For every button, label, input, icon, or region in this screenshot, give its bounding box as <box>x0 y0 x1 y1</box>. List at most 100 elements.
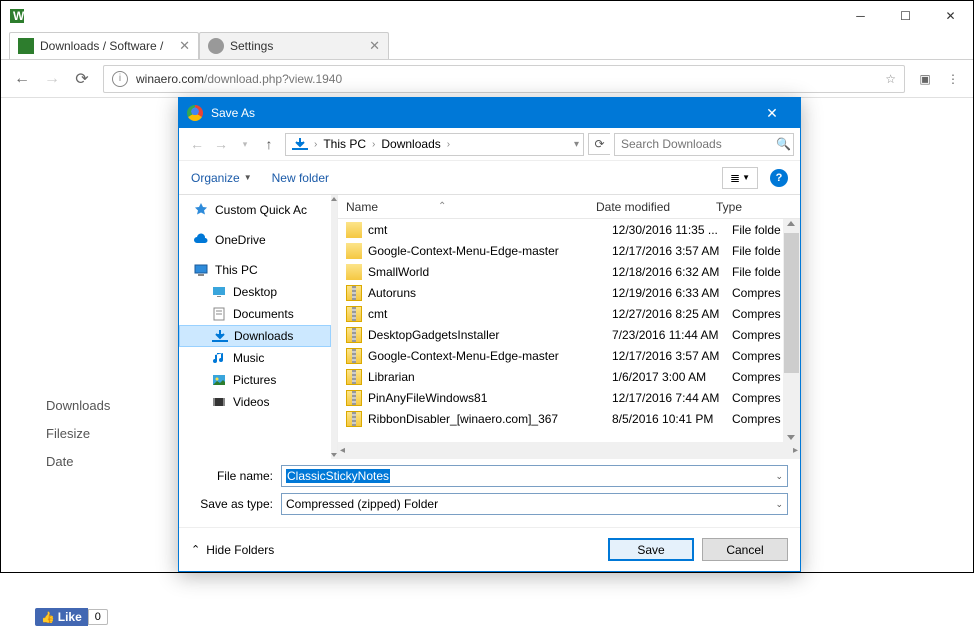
file-name: PinAnyFileWindows81 <box>368 391 612 405</box>
cloud-icon <box>193 232 209 248</box>
refresh-button[interactable]: ⟳ <box>588 133 610 155</box>
dropdown-icon[interactable]: ⌄ <box>775 499 783 510</box>
savetype-label: Save as type: <box>191 497 281 511</box>
dropdown-icon[interactable]: ▾ <box>572 139 581 150</box>
file-name: DesktopGadgetsInstaller <box>368 328 612 342</box>
fb-like-button[interactable]: 👍 Like <box>35 608 88 626</box>
search-field[interactable] <box>621 137 776 151</box>
file-type: Compres <box>732 370 781 384</box>
filename-value: ClassicStickyNotes <box>286 469 390 483</box>
forward-button[interactable]: → <box>37 64 67 94</box>
downloads-icon <box>292 136 308 152</box>
music-icon <box>211 350 227 366</box>
column-name[interactable]: Name⌃ <box>346 200 596 214</box>
site-info-icon[interactable]: i <box>112 71 128 87</box>
minimize-button[interactable]: ─ <box>838 1 883 31</box>
file-row[interactable]: cmt12/27/2016 8:25 AMCompres <box>338 303 783 324</box>
reload-button[interactable]: ⟳ <box>67 64 97 94</box>
cancel-button[interactable]: Cancel <box>702 538 788 561</box>
tab-2-title: Settings <box>230 39 365 53</box>
tab-2[interactable]: Settings ✕ <box>199 32 389 59</box>
column-date[interactable]: Date modified <box>596 200 716 214</box>
search-input[interactable]: 🔍 <box>614 133 794 156</box>
nav-item-pictures[interactable]: Pictures <box>179 369 331 391</box>
favicon-icon <box>208 38 224 54</box>
nav-scrollbar[interactable] <box>331 195 337 459</box>
nav-up-button[interactable]: ↑ <box>257 132 281 156</box>
nav-back-button[interactable]: ← <box>185 132 209 156</box>
chevron-icon: › <box>445 139 452 150</box>
file-name: Google-Context-Menu-Edge-master <box>368 349 612 363</box>
file-row[interactable]: Google-Context-Menu-Edge-master12/17/201… <box>338 240 783 261</box>
zip-icon <box>346 327 362 343</box>
file-row[interactable]: Librarian1/6/2017 3:00 AMCompres <box>338 366 783 387</box>
horizontal-scrollbar[interactable]: ◂▸ <box>338 442 800 459</box>
file-name: Autoruns <box>368 286 612 300</box>
chevron-icon: › <box>312 139 319 150</box>
crumb-this-pc[interactable]: This PC <box>319 137 370 151</box>
zip-icon <box>346 390 362 406</box>
new-folder-button[interactable]: New folder <box>272 171 329 185</box>
help-button[interactable]: ? <box>770 169 788 187</box>
url-text: winaero.com/download.php?view.1940 <box>136 71 885 86</box>
address-bar[interactable]: i winaero.com/download.php?view.1940 ☆ <box>103 65 905 93</box>
nav-forward-button[interactable]: → <box>209 132 233 156</box>
file-type: File folde <box>732 244 781 258</box>
nav-recent-button[interactable]: ▾ <box>233 132 257 156</box>
date-label: Date <box>46 454 73 469</box>
file-scrollbar[interactable] <box>783 219 800 442</box>
nav-item-videos[interactable]: Videos <box>179 391 331 413</box>
zip-icon <box>346 411 362 427</box>
menu-icon[interactable]: ⋮ <box>939 65 967 93</box>
favicon-icon <box>18 38 34 54</box>
nav-item-this-pc[interactable]: This PC <box>179 259 331 281</box>
file-name: cmt <box>368 223 612 237</box>
file-row[interactable]: SmallWorld12/18/2016 6:32 AMFile folde <box>338 261 783 282</box>
file-row[interactable]: PinAnyFileWindows8112/17/2016 7:44 AMCom… <box>338 387 783 408</box>
file-date: 1/6/2017 3:00 AM <box>612 370 732 384</box>
cast-icon[interactable]: ▣ <box>911 65 939 93</box>
dropdown-icon[interactable]: ⌄ <box>775 471 783 482</box>
view-options-button[interactable]: ≣ ▼ <box>722 167 758 189</box>
column-type[interactable]: Type <box>716 200 800 214</box>
back-button[interactable]: ← <box>7 64 37 94</box>
file-row[interactable]: Google-Context-Menu-Edge-master12/17/201… <box>338 345 783 366</box>
save-button[interactable]: Save <box>608 538 694 561</box>
filesize-label: Filesize <box>46 426 90 441</box>
hide-folders-button[interactable]: ⌃Hide Folders <box>191 543 274 557</box>
breadcrumb[interactable]: › This PC › Downloads › ▾ <box>285 133 584 156</box>
dialog-close-button[interactable]: ✕ <box>752 105 792 122</box>
nav-item-label: Desktop <box>233 285 277 299</box>
organize-button[interactable]: Organize▼ <box>191 171 252 185</box>
filename-input[interactable]: ClassicStickyNotes ⌄ <box>281 465 788 487</box>
tab-1[interactable]: Downloads / Software / ✕ <box>9 32 199 59</box>
nav-item-onedrive[interactable]: OneDrive <box>179 229 331 251</box>
file-row[interactable]: Autoruns12/19/2016 6:33 AMCompres <box>338 282 783 303</box>
nav-item-custom-quick-ac[interactable]: Custom Quick Ac <box>179 199 331 221</box>
tab-close-icon[interactable]: ✕ <box>369 38 380 54</box>
close-button[interactable]: ✕ <box>928 1 973 31</box>
file-row[interactable]: DesktopGadgetsInstaller7/23/2016 11:44 A… <box>338 324 783 345</box>
file-row[interactable]: RibbonDisabler_[winaero.com]_3678/5/2016… <box>338 408 783 429</box>
crumb-downloads[interactable]: Downloads <box>377 137 444 151</box>
maximize-button[interactable]: ☐ <box>883 1 928 31</box>
nav-item-documents[interactable]: Documents <box>179 303 331 325</box>
nav-item-desktop[interactable]: Desktop <box>179 281 331 303</box>
dialog-title: Save As <box>211 106 752 120</box>
file-type: File folde <box>732 265 781 279</box>
nav-item-label: OneDrive <box>215 233 266 247</box>
file-type: Compres <box>732 391 781 405</box>
zip-icon <box>346 369 362 385</box>
nav-item-downloads[interactable]: Downloads <box>179 325 331 347</box>
file-name: RibbonDisabler_[winaero.com]_367 <box>368 412 612 426</box>
file-name: Google-Context-Menu-Edge-master <box>368 244 612 258</box>
savetype-select[interactable]: Compressed (zipped) Folder ⌄ <box>281 493 788 515</box>
file-date: 12/17/2016 3:57 AM <box>612 244 732 258</box>
pics-icon <box>211 372 227 388</box>
bookmark-icon[interactable]: ☆ <box>885 72 896 86</box>
search-icon[interactable]: 🔍 <box>776 137 791 151</box>
tab-close-icon[interactable]: ✕ <box>179 38 190 54</box>
nav-item-music[interactable]: Music <box>179 347 331 369</box>
file-row[interactable]: cmt12/30/2016 11:35 ...File folde <box>338 219 783 240</box>
file-date: 12/17/2016 3:57 AM <box>612 349 732 363</box>
